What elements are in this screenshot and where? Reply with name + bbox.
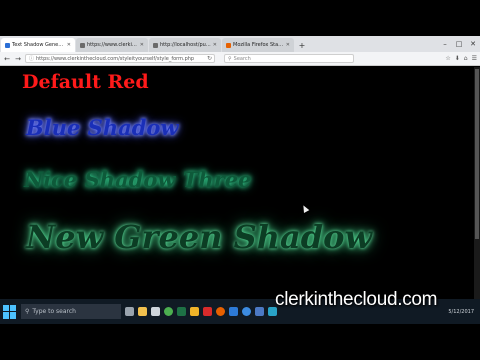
task-view-icon[interactable]	[125, 307, 134, 316]
tab-strip: Text Shadow Generator ✕ https://www.cler…	[0, 36, 480, 52]
menu-icon[interactable]: ☰	[472, 55, 477, 62]
tab-label: http://localhost/public_html/st	[160, 42, 211, 48]
favicon-icon	[5, 42, 10, 48]
windows-logo-icon	[3, 304, 9, 311]
vertical-scrollbar[interactable]	[474, 67, 480, 299]
top-letterbox	[0, 0, 480, 36]
firefox-icon[interactable]	[216, 307, 225, 316]
tab-close-icon[interactable]: ✕	[67, 42, 71, 48]
info-icon: ⓘ	[29, 56, 35, 62]
tab-label: Text Shadow Generator	[12, 42, 65, 48]
store-icon[interactable]	[151, 307, 160, 316]
excel-icon[interactable]	[177, 307, 186, 316]
address-bar[interactable]: ⓘ https://www.clerkinthecloud.com/stylei…	[25, 54, 215, 63]
toolbar-icons: ☆ ⬇ ⌂ ☰	[445, 55, 477, 62]
tab-firefox-start[interactable]: Mozilla Firefox Start Page ✕	[222, 38, 294, 52]
heading-new-green-shadow: New Green Shadow	[26, 218, 372, 256]
favicon-icon	[153, 42, 158, 48]
clock-date: 5/12/2017	[448, 308, 474, 315]
watermark-text: clerkinthecloud.com	[275, 289, 438, 310]
favicon-icon	[80, 42, 85, 48]
files-icon[interactable]	[190, 307, 199, 316]
tab-close-icon[interactable]: ✕	[286, 42, 290, 48]
taskbar-search-placeholder: Type to search	[32, 308, 76, 315]
scrollbar-thumb[interactable]	[475, 69, 479, 239]
tab-localhost[interactable]: http://localhost/public_html/st ✕	[149, 38, 221, 52]
edge-icon[interactable]	[229, 307, 238, 316]
mouse-cursor-icon	[300, 204, 310, 213]
system-tray-clock[interactable]: 5/12/2017	[448, 309, 477, 315]
chrome-icon[interactable]	[164, 307, 173, 316]
forward-button[interactable]: →	[14, 55, 22, 63]
home-icon[interactable]: ⌂	[464, 55, 468, 62]
windows-logo-icon	[10, 304, 16, 311]
filezilla-icon[interactable]	[203, 307, 212, 316]
search-icon: ⚲	[25, 308, 30, 315]
tab-label: https://www.clerkinthecloud.co	[87, 42, 138, 48]
bookmark-star-icon[interactable]: ☆	[445, 55, 450, 62]
new-tab-button[interactable]: +	[296, 40, 308, 52]
maximize-button[interactable]: □	[452, 40, 466, 48]
tab-close-icon[interactable]: ✕	[213, 42, 217, 48]
reload-icon[interactable]: ↻	[207, 55, 214, 62]
navigation-bar: ← → ⓘ https://www.clerkinthecloud.com/st…	[0, 52, 480, 66]
back-button[interactable]: ←	[3, 55, 11, 63]
file-explorer-icon[interactable]	[138, 307, 147, 316]
downloads-icon[interactable]: ⬇	[455, 55, 460, 62]
start-button[interactable]	[3, 304, 17, 319]
tab-label: Mozilla Firefox Start Page	[233, 42, 284, 48]
browser-window: Text Shadow Generator ✕ https://www.cler…	[0, 36, 480, 324]
firefox-icon	[226, 42, 231, 48]
search-input[interactable]: ⚲ Search	[224, 54, 354, 63]
search-placeholder: Search	[233, 55, 251, 62]
tab-clerkinthecloud[interactable]: https://www.clerkinthecloud.co ✕	[76, 38, 148, 52]
taskbar-search-input[interactable]: ⚲ Type to search	[21, 304, 121, 319]
close-window-button[interactable]: ✕	[466, 40, 480, 48]
tab-text-shadow-generator[interactable]: Text Shadow Generator ✕	[1, 38, 75, 52]
bottom-letterbox	[0, 324, 480, 360]
app-icon-1[interactable]	[255, 307, 264, 316]
tab-close-icon[interactable]: ✕	[140, 42, 144, 48]
minimize-button[interactable]: –	[438, 40, 452, 48]
heading-default-red: Default Red	[22, 71, 149, 93]
windows-logo-icon	[10, 312, 16, 319]
window-controls: – □ ✕	[438, 36, 480, 52]
heading-nice-shadow-three: Nice Shadow Three	[24, 167, 252, 192]
ie-icon[interactable]	[242, 307, 251, 316]
heading-blue-shadow: Blue Shadow	[26, 115, 179, 140]
search-icon: ⚲	[228, 55, 232, 62]
address-url: https://www.clerkinthecloud.com/styleity…	[36, 55, 195, 62]
page-content: Default Red Blue Shadow Nice Shadow Thre…	[0, 67, 474, 299]
windows-logo-icon	[3, 312, 9, 319]
